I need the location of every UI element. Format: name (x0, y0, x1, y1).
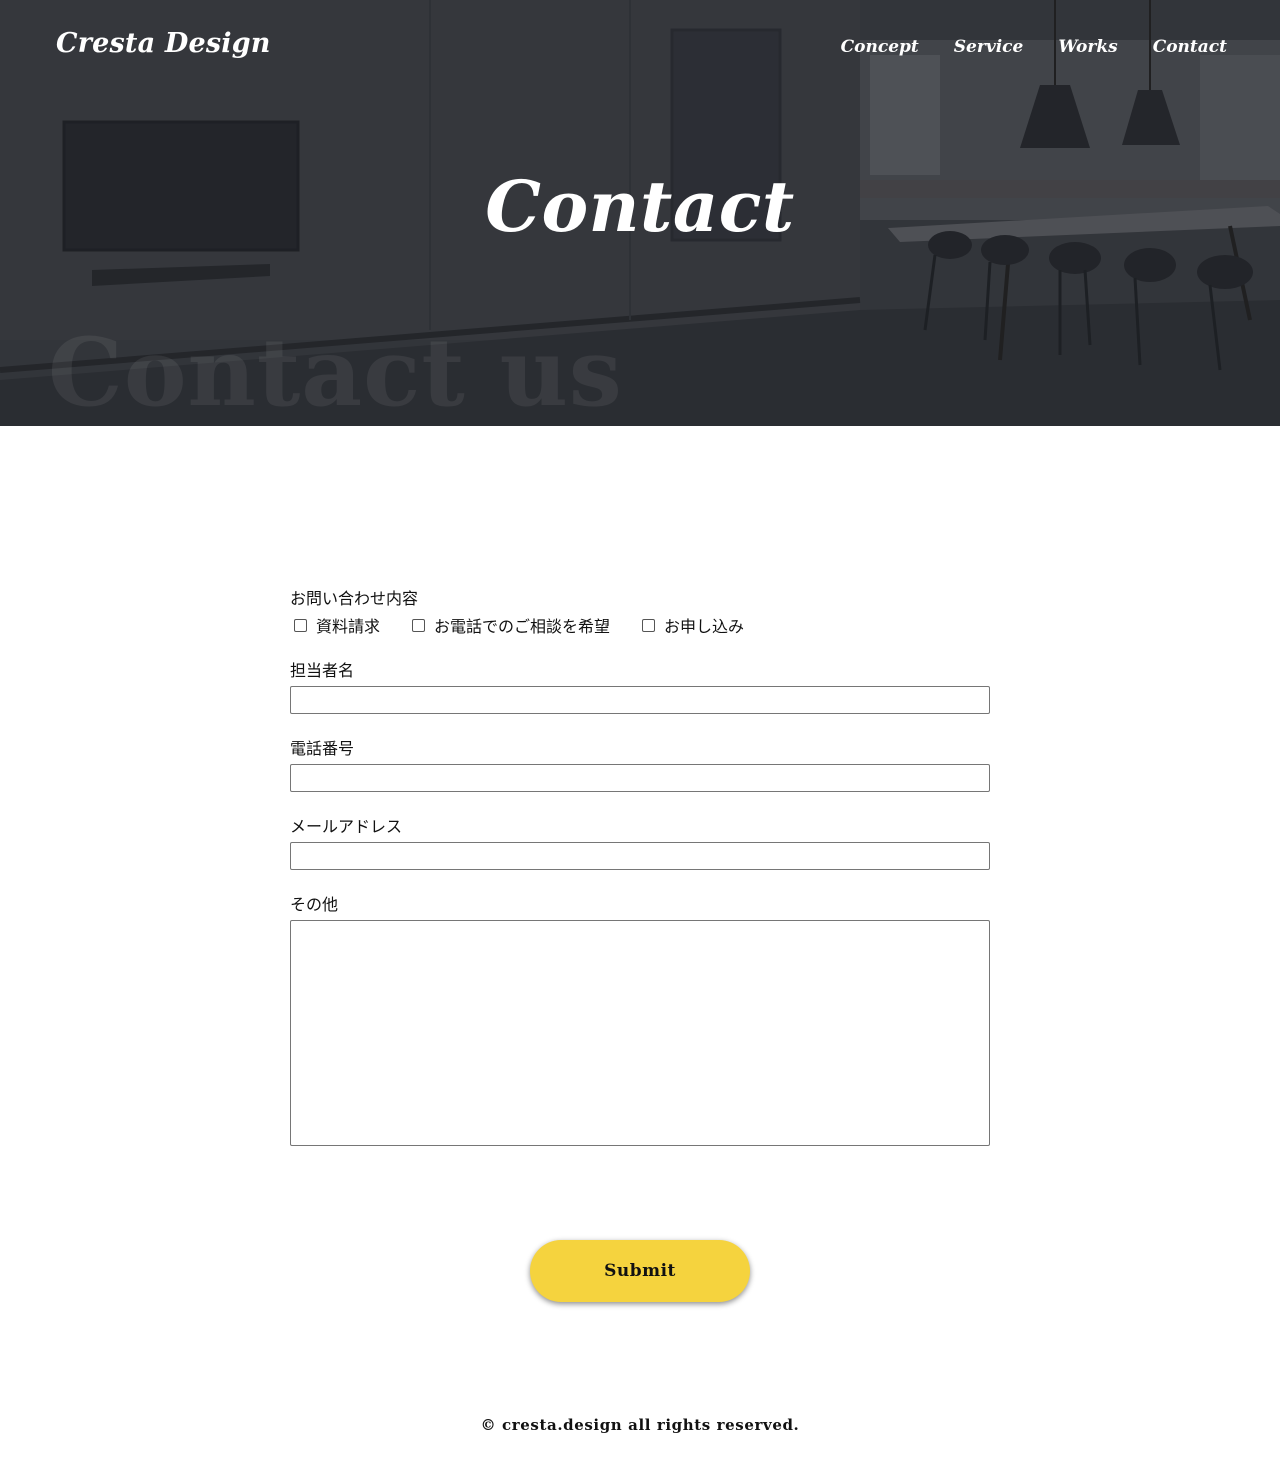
email-group: メールアドレス (290, 816, 990, 870)
phone-field[interactable] (290, 764, 990, 792)
phone-label: 電話番号 (290, 739, 355, 758)
contact-form: お問い合わせ内容 資料請求 お電話でのご相談を希望 お申し込み 担当者名 電話番… (290, 588, 990, 1146)
phone-group: 電話番号 (290, 738, 990, 792)
name-group: 担当者名 (290, 660, 990, 714)
name-label: 担当者名 (290, 661, 355, 680)
option-label: お電話でのご相談を希望 (434, 617, 611, 636)
submit-button[interactable]: Submit (530, 1240, 750, 1302)
page-title: Contact (485, 165, 795, 248)
option-label: 資料請求 (316, 617, 381, 636)
other-label: その他 (290, 895, 339, 914)
hero-section: Cresta Design Concept Service Works Cont… (0, 0, 1280, 426)
checkbox-document-request[interactable] (294, 618, 307, 632)
main-nav: Concept Service Works Contact (841, 37, 1227, 57)
option-document-request[interactable]: 資料請求 (290, 613, 380, 637)
site-logo[interactable]: Cresta Design (56, 28, 271, 59)
hero-watermark-text: Contact us (48, 318, 623, 426)
email-field[interactable] (290, 842, 990, 870)
checkbox-application[interactable] (642, 618, 656, 632)
nav-item-service[interactable]: Service (954, 37, 1024, 57)
name-field[interactable] (290, 686, 990, 714)
other-group: その他 (290, 894, 990, 1146)
footer-copyright: © cresta.design all rights reserved. (480, 1416, 800, 1434)
option-application[interactable]: お申し込み (638, 613, 744, 637)
checkbox-phone-consultation[interactable] (412, 618, 426, 632)
option-phone-consultation[interactable]: お電話でのご相談を希望 (408, 613, 610, 637)
nav-item-contact[interactable]: Contact (1153, 37, 1227, 57)
inquiry-type-label: お問い合わせ内容 (290, 589, 419, 608)
inquiry-type-options: 資料請求 お電話でのご相談を希望 お申し込み (290, 614, 990, 636)
option-label: お申し込み (664, 617, 745, 636)
nav-item-concept[interactable]: Concept (841, 37, 919, 57)
nav-item-works[interactable]: Works (1058, 37, 1117, 57)
email-label: メールアドレス (290, 817, 403, 836)
other-textarea[interactable] (290, 920, 990, 1146)
